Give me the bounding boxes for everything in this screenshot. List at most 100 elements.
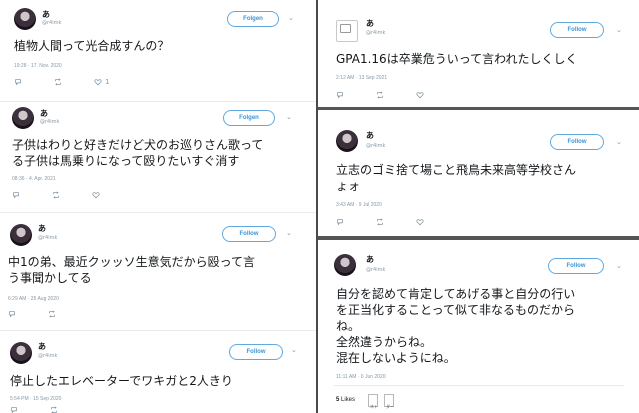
chevron-down-icon[interactable]: ⌄ (291, 346, 297, 354)
retweet-button[interactable] (52, 191, 92, 199)
retweet-icon (49, 310, 55, 318)
liker-label: ダー (386, 404, 394, 409)
avatar[interactable] (334, 254, 356, 276)
tweet-actions (12, 191, 132, 199)
tweet-card[interactable]: あ @r4imk Folgen ⌄ 植物人間って光合成すんの？ 19:28 · … (0, 0, 316, 100)
avatar[interactable] (336, 130, 358, 152)
retweet-button[interactable] (376, 91, 416, 99)
chevron-down-icon[interactable]: ⌄ (286, 229, 292, 237)
display-name[interactable]: あ (38, 223, 46, 234)
retweet-button[interactable] (54, 78, 94, 86)
follow-button[interactable]: Follow (548, 258, 604, 274)
chevron-down-icon[interactable]: ⌄ (286, 113, 292, 121)
like-button[interactable] (416, 91, 456, 99)
likes-summary[interactable]: 5 Likes (336, 397, 355, 403)
tweet-card[interactable]: あ @r4imk Folgen ⌄ 子供はわりと好きだけど犬のお巡りさん歌って … (0, 103, 316, 211)
heart-icon (92, 192, 100, 199)
tweet-card[interactable]: あ @r4imk Follow ⌄ 立志のゴミ捨て場こと飛鳥未来高等学校さん ょ… (318, 118, 639, 240)
heart-icon (416, 92, 424, 99)
like-button[interactable] (416, 218, 456, 226)
reply-button[interactable] (12, 191, 52, 199)
tweet-card[interactable]: あ @r4imk Follow ⌄ 停止したエレベーターでワキガと2人きり 5:… (0, 334, 316, 413)
tweet-text: 停止したエレベーターでワキガと2人きり (10, 374, 233, 388)
chevron-down-icon[interactable]: ⌄ (616, 262, 622, 270)
user-handle: @r4imk (40, 119, 60, 125)
retweet-icon (53, 191, 59, 199)
tweet-timestamp[interactable]: 19:28 · 17. Nov. 2020 (14, 63, 62, 69)
reply-icon (15, 79, 21, 86)
tweet-timestamp[interactable]: 3:43 AM · 9 Jul 2020 (336, 202, 382, 208)
tweet-card[interactable]: あ @r4imk Follow ⌄ 自分を認めて肯定してあげる事と自分の行い を… (318, 244, 639, 413)
tweet-actions (10, 406, 90, 413)
display-name[interactable]: あ (366, 254, 374, 265)
display-name[interactable]: あ (366, 18, 374, 29)
follow-button[interactable]: Follow (550, 22, 604, 38)
follow-button[interactable]: Folgen (223, 110, 275, 126)
tweet-timestamp[interactable]: 08:36 · 4. Apr. 2021 (12, 176, 56, 182)
tweet-timestamp[interactable]: 5:54 PM · 15 Sep 2020 (10, 396, 61, 402)
retweet-button[interactable] (48, 310, 88, 318)
divider (0, 101, 316, 102)
reply-icon (337, 92, 343, 99)
tweet-text: GPA1.16は卒業危ういって言われたしくしく (336, 52, 578, 66)
reply-button[interactable] (336, 218, 376, 226)
reply-icon (11, 407, 17, 413)
chevron-down-icon[interactable]: ⌄ (616, 138, 622, 146)
chevron-down-icon[interactable]: ⌄ (288, 14, 294, 22)
tweet-actions (336, 91, 456, 99)
tweet-timestamp[interactable]: 6:29 AM · 25 Aug 2020 (8, 296, 59, 302)
user-handle: @r4imk (366, 267, 386, 273)
follow-button[interactable]: Follow (550, 134, 604, 150)
tweet-timestamp[interactable]: 2:12 AM · 13 Sep 2021 (336, 75, 387, 81)
tweet-actions: 1 (14, 78, 134, 86)
follow-button[interactable]: Follow (222, 226, 276, 242)
display-name[interactable]: あ (366, 130, 374, 141)
tweet-text: 子供はわりと好きだけど犬のお巡りさん歌って る子供は馬乗りになって殴りたいすぐ消… (12, 138, 264, 168)
like-button[interactable] (92, 191, 132, 199)
display-name[interactable]: あ (38, 341, 46, 352)
avatar[interactable] (10, 342, 32, 364)
reply-icon (13, 192, 19, 199)
like-total: 5 (336, 397, 340, 403)
tweet-text: 植物人間って光合成すんの？ (14, 39, 170, 53)
user-handle: @r4imk (38, 353, 58, 359)
like-button[interactable]: 1 (94, 78, 134, 86)
reply-icon (9, 311, 15, 318)
user-handle: @r4imk (366, 30, 386, 36)
tweet-actions (8, 310, 88, 318)
tweet-timestamp[interactable]: 11:11 AM · 6 Jun 2020 (336, 374, 386, 380)
retweet-icon (377, 218, 383, 226)
reply-button[interactable] (336, 91, 376, 99)
display-name[interactable]: あ (42, 9, 50, 20)
divider (0, 330, 316, 331)
divider (334, 385, 624, 386)
display-name[interactable]: あ (40, 108, 48, 119)
follow-button[interactable]: Folgen (227, 11, 279, 27)
retweet-button[interactable] (376, 218, 416, 226)
reply-button[interactable] (8, 310, 48, 318)
user-handle: @r4imk (366, 143, 386, 149)
tweet-text: 自分を認めて肯定してあげる事と自分の行い を正当化することって似て非なるものだか… (336, 287, 576, 365)
reply-button[interactable] (14, 78, 54, 86)
tweet-card[interactable]: あ @r4imk Follow ⌄ 中1の弟、最近クッッソ生意気だから殴って言 … (0, 216, 316, 328)
follow-button[interactable]: Follow (229, 344, 283, 360)
user-handle: @r4imk (42, 20, 62, 26)
reply-button[interactable] (10, 406, 50, 413)
like-count: 1 (105, 78, 110, 86)
chevron-down-icon[interactable]: ⌄ (616, 26, 622, 34)
tweet-card[interactable]: あ @r4imk Follow ⌄ GPA1.16は卒業危ういって言われたしくし… (318, 6, 639, 110)
avatar[interactable] (10, 224, 32, 246)
avatar[interactable] (14, 8, 36, 30)
tweet-text: 中1の弟、最近クッッソ生意気だから殴って言 う事聞かしてる (8, 255, 256, 285)
retweet-icon (55, 78, 61, 86)
avatar[interactable] (12, 107, 34, 129)
reply-icon (337, 219, 343, 226)
retweet-button[interactable] (50, 406, 90, 413)
tweet-text: 立志のゴミ捨て場こと飛鳥未来高等学校さん ょォ (336, 163, 577, 193)
tweet-actions (336, 218, 456, 226)
retweet-icon (51, 406, 57, 413)
divider (0, 212, 316, 213)
heart-icon (94, 79, 102, 86)
avatar[interactable] (336, 20, 358, 42)
liker-label: ネト (370, 404, 378, 409)
